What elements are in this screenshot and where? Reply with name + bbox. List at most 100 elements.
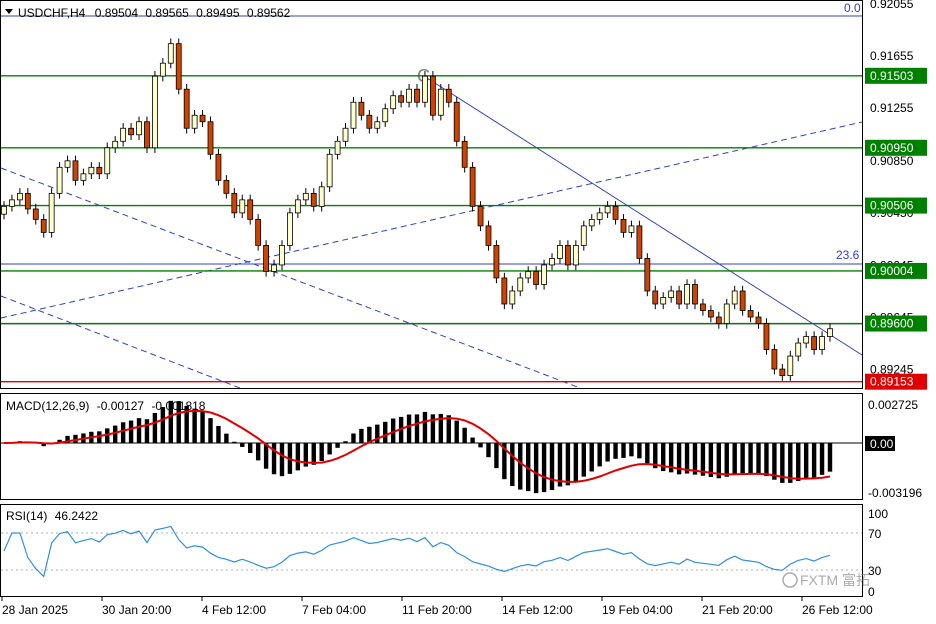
candle: [144, 116, 150, 153]
candle: [525, 266, 532, 284]
candle-body: [811, 336, 818, 350]
candle: [263, 240, 269, 277]
candle: [684, 279, 690, 310]
candle-body: [88, 166, 95, 175]
candle-body: [517, 277, 524, 292]
time-tick-label: 4 Feb 12:00: [202, 603, 266, 617]
price-tick: 0.91255: [870, 101, 914, 115]
level-tag-label: 0.89600: [870, 317, 914, 331]
time-tick-label: 28 Jan 2025: [2, 603, 68, 617]
candle-body: [414, 88, 420, 103]
rsi-line: [3, 525, 831, 578]
candle-body: [723, 303, 730, 324]
candle-body: [40, 218, 47, 233]
candle: [414, 84, 420, 108]
watermark-text: FXTM 富拓: [800, 572, 870, 588]
candle-body: [398, 95, 405, 103]
candle-body: [48, 192, 55, 233]
candle-body: [644, 258, 651, 292]
macd-bar: [470, 437, 475, 443]
candle-body: [247, 199, 254, 220]
candle: [803, 331, 810, 349]
macd-bar: [406, 414, 412, 443]
candle: [16, 188, 23, 206]
macd-bar: [803, 443, 809, 479]
macd-bar: [311, 443, 316, 465]
candle: [652, 285, 659, 310]
candle-body: [271, 264, 277, 272]
candle-body: [652, 290, 659, 305]
candle: [469, 162, 476, 212]
macd-bar: [462, 427, 467, 443]
candle: [183, 84, 190, 134]
macd-bar: [271, 443, 277, 475]
header-low: 0.89495: [196, 6, 240, 20]
candle: [159, 57, 166, 82]
candle: [787, 350, 794, 381]
candle: [334, 136, 341, 160]
macd-bar: [756, 443, 761, 474]
candle: [294, 194, 301, 219]
macd-bar: [414, 414, 420, 443]
macd-bar: [359, 428, 364, 443]
candle-body: [136, 121, 142, 136]
macd-main-value: -0.00127: [97, 399, 145, 413]
candle: [453, 97, 460, 147]
candle-body: [112, 140, 119, 149]
candle: [557, 240, 563, 264]
rsi-tick-30: 30: [868, 564, 882, 578]
chart-canvas: 0.0 23.6 C 0.920550.916550.912550.908500…: [0, 0, 927, 617]
fib-label-23: 23.6: [836, 248, 860, 262]
candle-body: [684, 284, 690, 305]
candle: [215, 149, 222, 186]
candle: [660, 292, 667, 310]
candle-body: [390, 95, 397, 110]
candle: [366, 110, 373, 134]
candle-body: [80, 173, 87, 181]
collapse-triangle-icon[interactable]: [5, 9, 13, 14]
candle-body: [795, 342, 802, 357]
main-panel-frame: [0, 0, 863, 389]
macd-bar: [740, 443, 745, 474]
candle-body: [96, 166, 103, 175]
macd-bar: [629, 443, 634, 457]
level-tag-label: 0.91503: [870, 69, 914, 83]
candle: [739, 285, 746, 316]
candle: [342, 123, 349, 147]
candle-body: [1, 205, 7, 215]
macd-bar: [422, 411, 428, 443]
candle: [302, 188, 309, 206]
candle: [223, 175, 230, 199]
macd-bar: [597, 443, 602, 467]
rsi-tick-100: 100: [868, 507, 888, 521]
candle: [191, 110, 198, 134]
candle: [795, 337, 802, 362]
candle: [628, 220, 635, 238]
time-tick-label: 19 Feb 04:00: [602, 603, 673, 617]
candle: [152, 70, 158, 153]
candle-body: [819, 336, 825, 350]
macd-bar: [510, 443, 515, 487]
candle: [350, 97, 357, 134]
candle: [549, 253, 555, 271]
candle-body: [565, 245, 571, 266]
candle-body: [32, 208, 39, 220]
macd-bar: [383, 421, 388, 443]
candle-body: [104, 147, 111, 175]
candle: [279, 240, 285, 271]
candle-body: [771, 349, 778, 370]
candle-body: [9, 199, 15, 207]
candle-body: [326, 153, 333, 188]
macd-bar: [128, 420, 134, 443]
candle-body: [223, 179, 230, 194]
macd-bar: [192, 408, 197, 443]
candle-body: [167, 43, 174, 64]
trendlines: [0, 15, 863, 389]
candle: [827, 323, 833, 342]
candle: [755, 311, 762, 329]
candle-body: [374, 121, 381, 129]
macd-bar: [764, 443, 769, 477]
candle: [112, 136, 119, 153]
macd-bar: [351, 433, 356, 443]
candle-body: [628, 225, 635, 233]
